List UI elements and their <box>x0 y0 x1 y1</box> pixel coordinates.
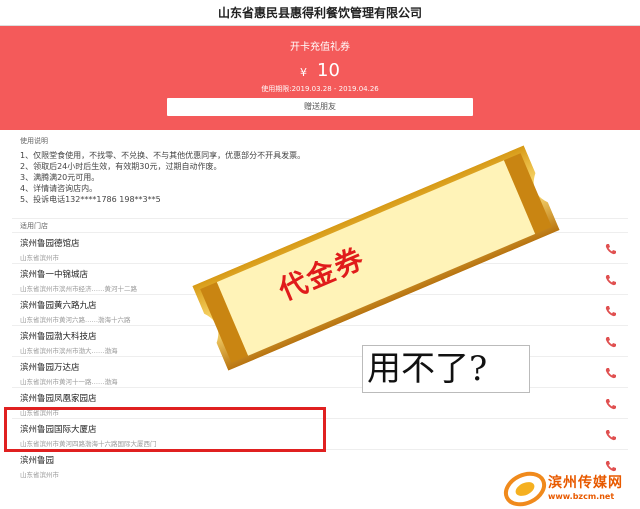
question-caption: 用不了? <box>362 345 530 393</box>
store-address: 山东省滨州市黄河十一路……渤海 <box>20 378 118 386</box>
rules-heading: 使用说明 <box>20 137 48 145</box>
store-name: 滨州鲁园凤凰家园店 <box>20 394 97 404</box>
rule-item: 3、满腾满20元可用。 <box>20 173 100 182</box>
coupon-amount: ¥10 <box>0 60 640 81</box>
page-title-bar: 山东省惠民县惠得利餐饮管理有限公司 <box>0 0 640 26</box>
phone-icon[interactable] <box>604 397 618 411</box>
rule-item: 4、详情请咨询店内。 <box>20 184 98 193</box>
phone-icon[interactable] <box>604 366 618 380</box>
store-name: 滨州鲁园万达店 <box>20 363 80 373</box>
currency-symbol: ¥ <box>300 66 308 79</box>
coupon-title: 开卡充值礼券 <box>290 42 350 53</box>
watermark-url: www.bzcm.net <box>548 492 615 501</box>
store-item[interactable]: 滨州鲁园万达店 山东省滨州市黄河十一路……渤海 <box>12 356 628 387</box>
coupon-header: 开卡充值礼券 ¥10 使用期限:2019.03.28 - 2019.04.26 … <box>0 26 640 130</box>
usage-rules: 使用说明 1、仅限堂食使用，不找零、不兑换、不与其他优惠同享，优惠部分不开具发票… <box>20 136 305 205</box>
company-title: 山东省惠民县惠得利餐饮管理有限公司 <box>217 6 422 20</box>
watermark-name: 滨州传媒网 <box>548 475 623 491</box>
coupon-value: 10 <box>317 60 340 81</box>
store-name: 滨州鲁园 <box>20 456 55 466</box>
rule-item: 5、投诉电话132****1786 198**3**5 <box>20 195 161 204</box>
phone-icon[interactable] <box>604 304 618 318</box>
store-address: 山东省滨州市滨州市渤大……渤海 <box>20 347 118 355</box>
rule-item: 2、领取后24小时后生效，有效期30元，过期自动作废。 <box>20 162 222 171</box>
phone-icon[interactable] <box>604 335 618 349</box>
validity-period: 使用期限:2019.03.28 - 2019.04.26 <box>261 85 379 93</box>
store-name: 滨州鲁园渤大科技店 <box>20 332 97 342</box>
highlighted-store-frame <box>4 407 326 452</box>
phone-icon[interactable] <box>604 242 618 256</box>
phone-icon[interactable] <box>604 273 618 287</box>
phone-icon[interactable] <box>604 428 618 442</box>
rule-item: 1、仅限堂食使用，不找零、不兑换、不与其他优惠同享，优惠部分不开具发票。 <box>20 151 306 160</box>
gift-to-friend-button[interactable]: 赠送朋友 <box>167 98 473 116</box>
